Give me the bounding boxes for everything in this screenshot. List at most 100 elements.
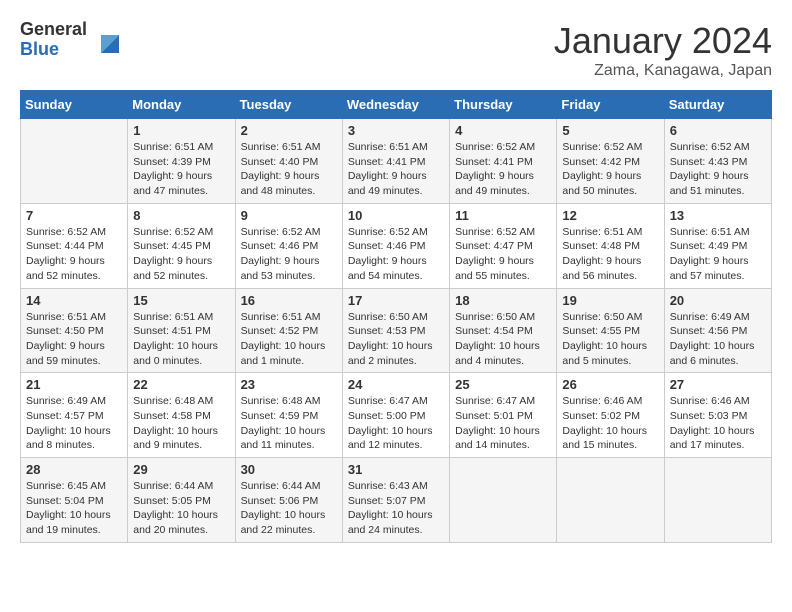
day-number: 11: [455, 208, 551, 223]
cell-line: Sunset: 4:45 PM: [133, 240, 211, 252]
logo: General Blue: [20, 20, 121, 60]
calendar-week-4: 21Sunrise: 6:49 AMSunset: 4:57 PMDayligh…: [21, 373, 772, 458]
cell-content: Sunrise: 6:52 AMSunset: 4:41 PMDaylight:…: [455, 140, 551, 199]
logo-general-text: General: [20, 20, 87, 40]
cell-content: Sunrise: 6:51 AMSunset: 4:48 PMDaylight:…: [562, 225, 658, 284]
cell-content: Sunrise: 6:43 AMSunset: 5:07 PMDaylight:…: [348, 479, 444, 538]
day-number: 18: [455, 293, 551, 308]
calendar-cell: 30Sunrise: 6:44 AMSunset: 5:06 PMDayligh…: [235, 458, 342, 543]
cell-line: Sunset: 5:04 PM: [26, 495, 104, 507]
cell-line: Sunset: 5:07 PM: [348, 495, 426, 507]
header-day-sunday: Sunday: [21, 91, 128, 119]
calendar-cell: 1Sunrise: 6:51 AMSunset: 4:39 PMDaylight…: [128, 119, 235, 204]
month-title: January 2024: [554, 20, 772, 62]
cell-line: Sunrise: 6:52 AM: [562, 141, 642, 153]
calendar-header: SundayMondayTuesdayWednesdayThursdayFrid…: [21, 91, 772, 119]
calendar-cell: [21, 119, 128, 204]
cell-content: Sunrise: 6:44 AMSunset: 5:05 PMDaylight:…: [133, 479, 229, 538]
calendar-body: 1Sunrise: 6:51 AMSunset: 4:39 PMDaylight…: [21, 119, 772, 543]
cell-line: Daylight: 10 hours and 20 minutes.: [133, 509, 218, 536]
cell-line: Sunrise: 6:51 AM: [133, 141, 213, 153]
day-number: 4: [455, 123, 551, 138]
cell-line: Daylight: 10 hours and 6 minutes.: [670, 340, 755, 367]
cell-line: Sunrise: 6:51 AM: [241, 141, 321, 153]
cell-line: Sunrise: 6:50 AM: [455, 311, 535, 323]
cell-line: Sunrise: 6:51 AM: [26, 311, 106, 323]
cell-line: Sunset: 4:43 PM: [670, 156, 748, 168]
cell-line: Sunset: 4:39 PM: [133, 156, 211, 168]
cell-line: Sunset: 4:52 PM: [241, 325, 319, 337]
cell-line: Sunset: 4:40 PM: [241, 156, 319, 168]
cell-line: Daylight: 10 hours and 11 minutes.: [241, 425, 326, 452]
calendar-week-2: 7Sunrise: 6:52 AMSunset: 4:44 PMDaylight…: [21, 203, 772, 288]
cell-line: Sunrise: 6:51 AM: [348, 141, 428, 153]
cell-line: Sunset: 4:48 PM: [562, 240, 640, 252]
header-day-tuesday: Tuesday: [235, 91, 342, 119]
cell-content: Sunrise: 6:50 AMSunset: 4:53 PMDaylight:…: [348, 310, 444, 369]
calendar-cell: 20 Sunrise: 6:49 AMSunset: 4:56 PMDayligh…: [664, 288, 771, 373]
cell-line: Daylight: 10 hours and 12 minutes.: [348, 425, 433, 452]
day-number: 15: [133, 293, 229, 308]
calendar-cell: 28Sunrise: 6:45 AMSunset: 5:04 PMDayligh…: [21, 458, 128, 543]
cell-line: Sunrise: 6:47 AM: [348, 395, 428, 407]
calendar-cell: 24Sunrise: 6:47 AMSunset: 5:00 PMDayligh…: [342, 373, 449, 458]
cell-line: Sunrise: 6:52 AM: [26, 226, 106, 238]
cell-line: Sunset: 5:01 PM: [455, 410, 533, 422]
cell-line: Sunrise: 6:45 AM: [26, 480, 106, 492]
cell-line: Sunset: 4:44 PM: [26, 240, 104, 252]
cell-line: Daylight: 9 hours and 59 minutes.: [26, 340, 105, 367]
cell-line: Daylight: 9 hours and 53 minutes.: [241, 255, 320, 282]
cell-content: Sunrise: 6:47 AMSunset: 5:00 PMDaylight:…: [348, 394, 444, 453]
cell-content: Sunrise: 6:52 AMSunset: 4:46 PMDaylight:…: [348, 225, 444, 284]
day-number: 26: [562, 377, 658, 392]
calendar-cell: 13Sunrise: 6:51 AMSunset: 4:49 PMDayligh…: [664, 203, 771, 288]
day-number: 30: [241, 462, 337, 477]
cell-line: Daylight: 10 hours and 19 minutes.: [26, 509, 111, 536]
cell-content: Sunrise: 6:50 AMSunset: 4:54 PMDaylight:…: [455, 310, 551, 369]
day-number: 20: [670, 293, 766, 308]
cell-content: Sunrise: 6:51 AMSunset: 4:49 PMDaylight:…: [670, 225, 766, 284]
cell-line: Sunrise: 6:51 AM: [133, 311, 213, 323]
cell-line: Daylight: 10 hours and 9 minutes.: [133, 425, 218, 452]
calendar-cell: 18 Sunrise: 6:50 AMSunset: 4:54 PMDayligh…: [450, 288, 557, 373]
calendar-cell: 7Sunrise: 6:52 AMSunset: 4:44 PMDaylight…: [21, 203, 128, 288]
location: Zama, Kanagawa, Japan: [554, 62, 772, 80]
day-number: 23: [241, 377, 337, 392]
day-number: 29: [133, 462, 229, 477]
cell-content: Sunrise: 6:52 AMSunset: 4:46 PMDaylight:…: [241, 225, 337, 284]
cell-content: Sunrise: 6:49 AMSunset: 4:57 PMDaylight:…: [26, 394, 122, 453]
calendar-cell: 11Sunrise: 6:52 AMSunset: 4:47 PMDayligh…: [450, 203, 557, 288]
header-day-monday: Monday: [128, 91, 235, 119]
calendar-cell: 29 Sunrise: 6:44 AMSunset: 5:05 PMDayligh…: [128, 458, 235, 543]
cell-content: Sunrise: 6:52 AMSunset: 4:42 PMDaylight:…: [562, 140, 658, 199]
calendar-cell: 21Sunrise: 6:49 AMSunset: 4:57 PMDayligh…: [21, 373, 128, 458]
calendar-cell: 27Sunrise: 6:46 AMSunset: 5:03 PMDayligh…: [664, 373, 771, 458]
logo-blue-text: Blue: [20, 40, 87, 60]
cell-content: Sunrise: 6:51 AM Sunset: 4:52 PM Daylight:…: [241, 310, 337, 369]
logo-icon: [91, 25, 121, 55]
cell-content: Sunrise: 6:49 AMSunset: 4:56 PMDaylight:…: [670, 310, 766, 369]
header-day-thursday: Thursday: [450, 91, 557, 119]
day-number: 5: [562, 123, 658, 138]
calendar-cell: 8Sunrise: 6:52 AMSunset: 4:45 PMDaylight…: [128, 203, 235, 288]
cell-line: Sunset: 5:03 PM: [670, 410, 748, 422]
cell-line: Daylight: 9 hours and 47 minutes.: [133, 170, 212, 197]
cell-content: Sunrise: 6:52 AMSunset: 4:44 PMDaylight:…: [26, 225, 122, 284]
cell-line: Sunrise: 6:51 AM: [562, 226, 642, 238]
cell-content: Sunrise: 6:51 AMSunset: 4:41 PMDaylight:…: [348, 140, 444, 199]
calendar-cell: 10Sunrise: 6:52 AMSunset: 4:46 PMDayligh…: [342, 203, 449, 288]
cell-content: Sunrise: 6:46 AMSunset: 5:02 PMDaylight:…: [562, 394, 658, 453]
cell-line: Sunrise: 6:47 AM: [455, 395, 535, 407]
cell-line: Daylight: 10 hours and 1 minute.: [241, 340, 326, 367]
header-row: SundayMondayTuesdayWednesdayThursdayFrid…: [21, 91, 772, 119]
cell-line: Sunrise: 6:46 AM: [562, 395, 642, 407]
day-number: 22: [133, 377, 229, 392]
calendar-cell: 15Sunrise: 6:51 AMSunset: 4:51 PMDayligh…: [128, 288, 235, 373]
cell-line: Sunrise: 6:51 AM: [241, 311, 321, 323]
cell-line: Daylight: 9 hours and 52 minutes.: [133, 255, 212, 282]
cell-line: Sunrise: 6:44 AM: [241, 480, 321, 492]
calendar-table: SundayMondayTuesdayWednesdayThursdayFrid…: [20, 90, 772, 543]
cell-line: Sunset: 4:58 PM: [133, 410, 211, 422]
day-number: 31: [348, 462, 444, 477]
title-block: January 2024 Zama, Kanagawa, Japan: [554, 20, 772, 80]
